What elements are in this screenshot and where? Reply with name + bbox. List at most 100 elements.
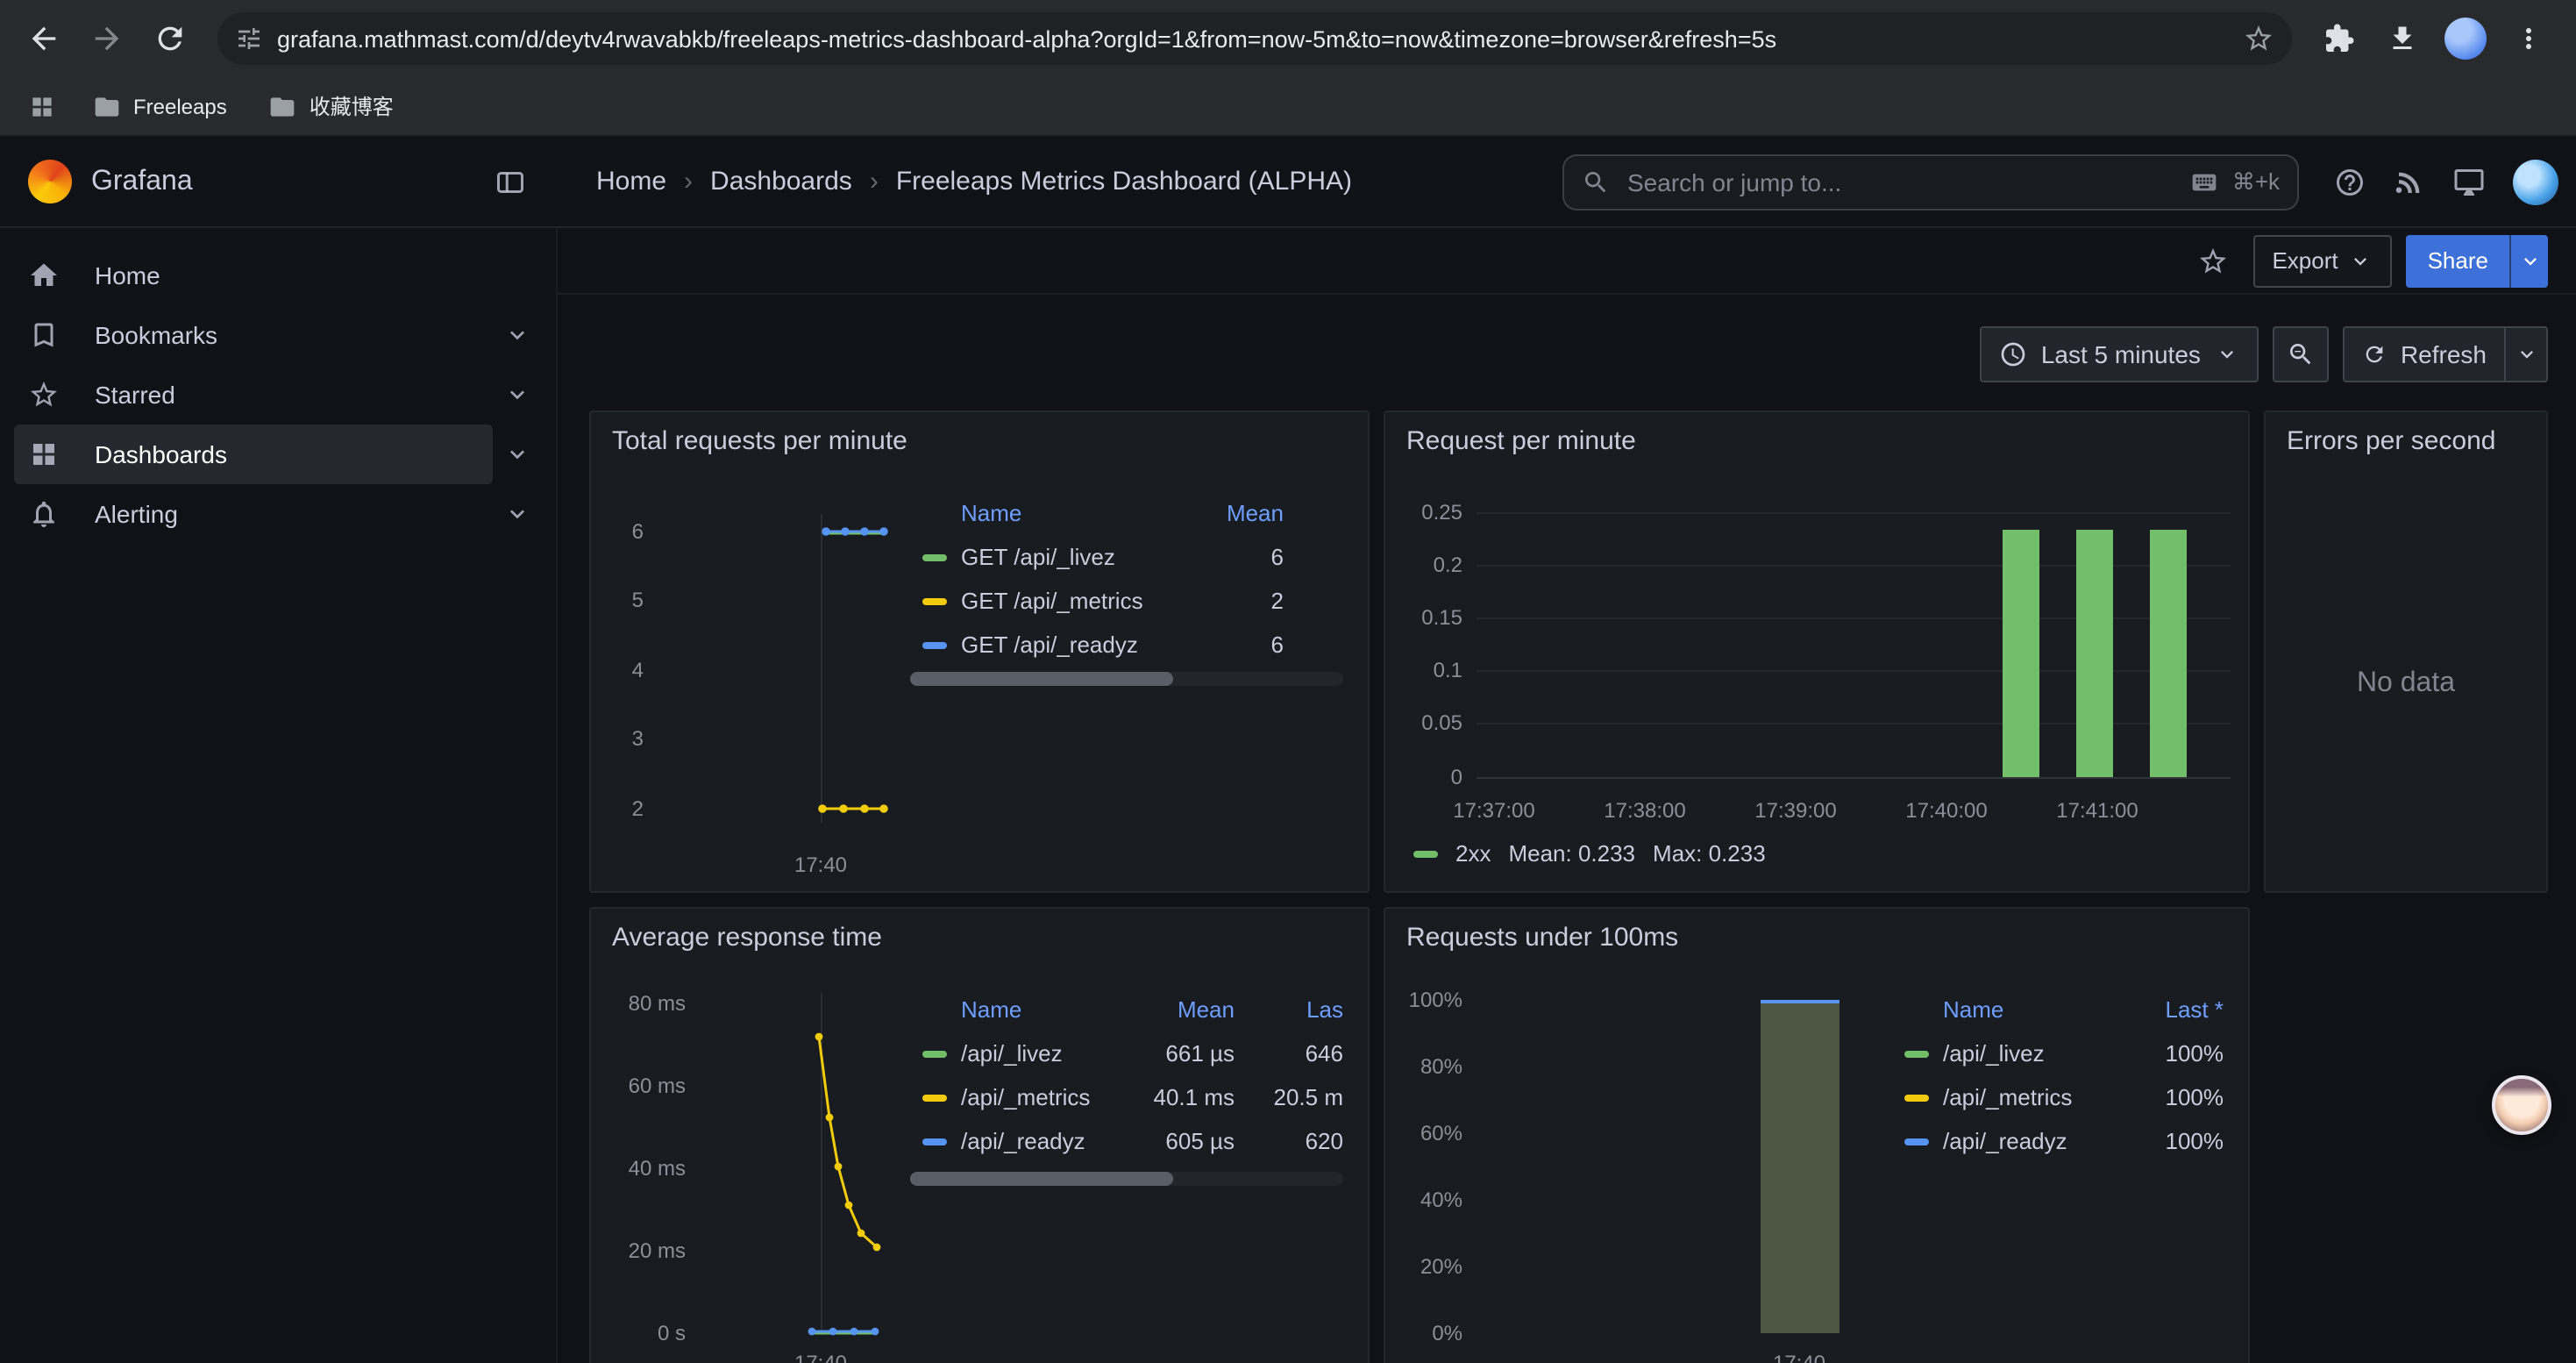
bar-2xx[interactable] [2150, 530, 2187, 777]
nav-icon-cluster [2323, 155, 2558, 208]
search-input[interactable] [1624, 166, 2176, 197]
series-name[interactable]: /api/_readyz [1943, 1128, 2101, 1154]
series-name[interactable]: /api/_livez [1943, 1040, 2101, 1067]
scrollbar-thumb[interactable] [910, 1172, 1173, 1186]
alerting-expand-icon[interactable] [493, 489, 542, 539]
breadcrumb-dashboards[interactable]: Dashboards [710, 167, 852, 196]
sidebar-item-home[interactable]: Home [14, 246, 542, 305]
y-tick: 60% [1385, 1121, 1462, 1145]
series-name[interactable]: /api/_readyz [961, 1128, 1112, 1154]
bookmarks-expand-icon[interactable] [493, 310, 542, 360]
apps-grid-icon[interactable] [18, 82, 67, 131]
refresh-icon [2362, 342, 2387, 367]
bookmark-star-icon[interactable] [2243, 23, 2274, 54]
series-name[interactable]: 2xx [1455, 840, 1491, 867]
panel-title[interactable]: Requests under 100ms [1406, 923, 1678, 953]
browser-reload-icon[interactable] [140, 9, 200, 68]
floating-avatar[interactable] [2492, 1075, 2551, 1135]
export-button[interactable]: Export [2252, 234, 2392, 287]
series-swatch [922, 641, 947, 648]
display-icon[interactable] [2443, 155, 2495, 208]
legend-col-name[interactable]: Name [910, 995, 1112, 1022]
series-last: 100% [2101, 1128, 2224, 1154]
zoom-out-icon[interactable] [2273, 326, 2329, 382]
share-menu-icon[interactable] [2509, 234, 2548, 287]
gridline [1477, 723, 2231, 724]
x-tick: 17:40 [777, 1351, 865, 1363]
star-icon [28, 379, 60, 410]
series-name[interactable]: /api/_metrics [1943, 1084, 2101, 1110]
x-tick: 17:40 [777, 853, 865, 877]
series-swatch [1904, 1138, 1929, 1145]
legend-col-name[interactable]: Name [910, 499, 1220, 525]
sidebar-item-label: Dashboards [95, 440, 227, 468]
dock-menu-icon[interactable] [484, 155, 537, 208]
user-avatar[interactable] [2513, 159, 2558, 204]
y-tick: 0 [1385, 765, 1462, 789]
series-mean: 6 [1220, 544, 1343, 570]
downloads-icon[interactable] [2373, 9, 2432, 68]
panel-total-requests: Total requests per minute 6 5 4 3 2 17:4… [589, 410, 1370, 893]
time-range-picker[interactable]: Last 5 minutes [1980, 326, 2259, 382]
sidebar-row: Starred [14, 365, 542, 425]
favorite-star-icon[interactable] [2186, 234, 2238, 287]
time-range-label: Last 5 minutes [2041, 340, 2201, 368]
address-bar[interactable]: grafana.mathmast.com/d/deytv4rwavabkb/fr… [217, 12, 2292, 65]
x-tick: 17:40:00 [1885, 798, 2008, 823]
series-swatch [1904, 1094, 1929, 1101]
legend-row: GET /api/_readyz 6 [910, 623, 1343, 667]
bell-icon [28, 498, 60, 530]
bookmark-folder-blog[interactable]: 收藏博客 [253, 83, 409, 129]
series-name[interactable]: GET /api/_livez [961, 544, 1220, 570]
dashboards-expand-icon[interactable] [493, 430, 542, 479]
series-name[interactable]: GET /api/_readyz [961, 632, 1220, 658]
panel-title[interactable]: Errors per second [2287, 426, 2495, 456]
site-settings-icon[interactable] [235, 25, 263, 53]
bar-2xx[interactable] [2076, 530, 2113, 777]
sidebar-item-bookmarks[interactable]: Bookmarks [14, 305, 493, 365]
sidebar-item-dashboards[interactable]: Dashboards [14, 425, 493, 484]
legend-col-last[interactable]: Las [1235, 995, 1343, 1022]
search-box[interactable]: ⌘+k [1562, 153, 2299, 210]
series-name[interactable]: /api/_metrics [961, 1084, 1112, 1110]
panel-title[interactable]: Request per minute [1406, 426, 1636, 456]
bookmarks-bar: Freeleaps 收藏博客 [0, 77, 2576, 137]
legend-scrollbar[interactable] [910, 1172, 1343, 1186]
folder-icon [269, 92, 297, 120]
breadcrumb: Home › Dashboards › Freeleaps Metrics Da… [596, 167, 1352, 196]
legend-col-name[interactable]: Name [1892, 995, 2101, 1022]
share-button[interactable]: Share [2407, 234, 2509, 287]
breadcrumb-home[interactable]: Home [596, 167, 666, 196]
sidebar-item-alerting[interactable]: Alerting [14, 484, 493, 544]
bookmark-icon [28, 319, 60, 351]
sidebar-row: Bookmarks [14, 305, 542, 365]
starred-expand-icon[interactable] [493, 370, 542, 419]
browser-forward-icon[interactable] [77, 9, 137, 68]
bookmark-folder-freeleaps[interactable]: Freeleaps [77, 83, 243, 129]
refresh-label: Refresh [2401, 340, 2487, 368]
grafana-logo[interactable] [28, 160, 72, 203]
legend-col-last[interactable]: Last * [2101, 995, 2224, 1022]
legend-row: GET /api/_metrics 2 [910, 579, 1343, 623]
series-name[interactable]: /api/_livez [961, 1040, 1112, 1067]
extensions-icon[interactable] [2309, 9, 2369, 68]
refresh-interval-icon[interactable] [2504, 328, 2546, 381]
bar-under-100ms[interactable] [1761, 1000, 1839, 1333]
url-text[interactable]: grafana.mathmast.com/d/deytv4rwavabkb/fr… [277, 25, 2225, 52]
help-icon[interactable] [2323, 155, 2376, 208]
browser-profile-avatar[interactable] [2444, 18, 2487, 60]
sidebar-item-label: Alerting [95, 500, 178, 528]
legend-col-mean[interactable]: Mean [1220, 499, 1343, 525]
browser-menu-icon[interactable] [2499, 9, 2558, 68]
browser-back-icon[interactable] [14, 9, 74, 68]
legend-col-mean[interactable]: Mean [1112, 995, 1235, 1022]
refresh-button[interactable]: Refresh [2345, 328, 2504, 381]
sidebar-item-starred[interactable]: Starred [14, 365, 493, 425]
scrollbar-thumb[interactable] [910, 672, 1173, 686]
legend-header: Name Mean Las [910, 986, 1343, 1031]
legend-scrollbar[interactable] [910, 672, 1343, 686]
series-name[interactable]: GET /api/_metrics [961, 588, 1220, 614]
series-swatch [922, 597, 947, 604]
news-rss-icon[interactable] [2383, 155, 2436, 208]
bar-2xx[interactable] [2003, 530, 2039, 777]
